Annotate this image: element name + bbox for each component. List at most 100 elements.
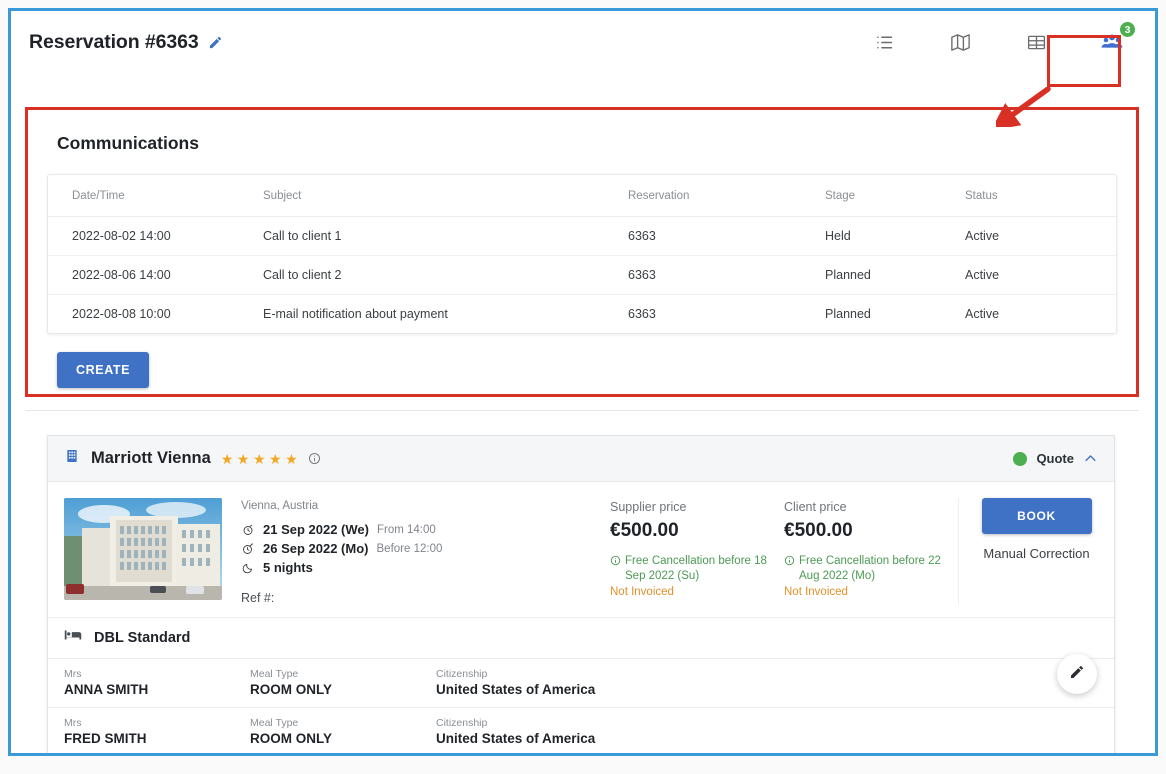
meal-type-value: ROOM ONLY <box>250 682 333 697</box>
status-dot <box>1013 451 1028 466</box>
client-price-column: Client price €500.00 Free Cancellation b… <box>784 498 958 605</box>
check-in-clock-icon <box>241 524 255 536</box>
supplier-price-label: Supplier price <box>610 500 687 514</box>
cell-stage: Planned <box>825 255 965 295</box>
communications-badge: 3 <box>1119 21 1136 38</box>
hotel-building-icon <box>64 448 80 469</box>
supplier-price-value: €500.00 <box>610 520 679 541</box>
hotel-thumbnail[interactable] <box>64 498 222 600</box>
hotel-info: Vienna, Austria 21 Sep 2022 (We) From 14… <box>222 498 610 605</box>
star-icon: ★ <box>285 450 298 467</box>
screenshot-root: Reservation #6363 3 Communications Date/… <box>0 0 1166 774</box>
cell-reservation: 6363 <box>628 307 656 321</box>
guest-title: Mrs <box>64 668 82 680</box>
guest-meal-cell: Meal Type ROOM ONLY <box>250 717 436 746</box>
client-invoice-status: Not Invoiced <box>784 586 848 599</box>
guest-name-cell: Mrs FRED SMITH <box>64 717 250 746</box>
bed-icon <box>64 628 82 647</box>
client-cancellation-text: Free Cancellation before 22 Aug 2022 (Mo… <box>799 555 941 583</box>
nights-line: 5 nights <box>241 560 610 575</box>
edit-floating-button[interactable] <box>1057 654 1097 694</box>
meal-type-label: Meal Type <box>250 717 299 729</box>
map-view-button[interactable] <box>945 27 975 57</box>
guest-row: Mrs ANNA SMITH Meal Type ROOM ONLY Citiz… <box>48 658 1114 707</box>
guest-row: Mrs FRED SMITH Meal Type ROOM ONLY Citiz… <box>48 707 1114 753</box>
hotel-card: Marriott Vienna ★ ★ ★ ★ ★ Quote Vienna, … <box>47 435 1115 753</box>
guest-citizenship-cell: Citizenship United States of America <box>436 668 1098 697</box>
table-row[interactable]: 2022-08-02 14:00 Call to client 1 6363 H… <box>48 216 1116 256</box>
book-button[interactable]: BOOK <box>981 498 1092 534</box>
app-frame: Reservation #6363 3 Communications Date/… <box>8 8 1158 756</box>
cell-subject: Call to client 2 <box>263 255 628 295</box>
header-actions: 3 <box>869 21 1137 57</box>
cell-subject: E-mail notification about payment <box>263 307 448 321</box>
nights-count: 5 nights <box>263 560 313 575</box>
meal-type-value: ROOM ONLY <box>250 731 333 746</box>
create-button[interactable]: CREATE <box>57 352 150 388</box>
communications-panel: Communications Date/Time Subject Reserva… <box>25 107 1139 399</box>
pencil-icon <box>1069 664 1085 685</box>
list-view-button[interactable] <box>869 27 899 57</box>
star-icon: ★ <box>252 450 266 467</box>
star-icon: ★ <box>220 450 234 467</box>
hotel-status-group: Quote <box>1013 451 1098 466</box>
table-view-button[interactable] <box>1021 27 1051 57</box>
cell-status: Active <box>965 255 1116 295</box>
column-header-reservation: Reservation <box>628 175 825 217</box>
hotel-actions-column: BOOK Manual Correction <box>958 498 1098 605</box>
guest-meal-cell: Meal Type ROOM ONLY <box>250 668 436 697</box>
cell-datetime: 2022-08-06 14:00 <box>48 255 263 295</box>
supplier-cancellation-note: Free Cancellation before 18 Sep 2022 (Su… <box>610 554 784 584</box>
check-out-line: 26 Sep 2022 (Mo) Before 12:00 <box>241 541 610 556</box>
moon-icon <box>241 562 255 574</box>
supplier-price-column: Supplier price €500.00 Free Cancellation… <box>610 498 784 605</box>
check-in-time: From 14:00 <box>376 523 436 536</box>
cell-stage: Held <box>825 216 965 256</box>
communications-button[interactable]: 3 <box>1097 21 1136 57</box>
page-header: Reservation #6363 3 <box>11 11 1155 73</box>
pencil-icon[interactable] <box>208 35 223 50</box>
check-out-date: 26 Sep 2022 (Mo) <box>263 541 369 556</box>
room-row: DBL Standard <box>48 617 1114 658</box>
check-out-clock-icon <box>241 542 255 555</box>
guest-citizenship-cell: Citizenship United States of America <box>436 717 1098 746</box>
citizenship-value: United States of America <box>436 731 596 746</box>
client-price-label: Client price <box>784 500 847 514</box>
hotel-name: Marriott Vienna <box>91 449 211 467</box>
cell-reservation: 6363 <box>628 216 825 256</box>
supplier-cancellation-text: Free Cancellation before 18 Sep 2022 (Su… <box>625 555 767 583</box>
guest-name: FRED SMITH <box>64 731 147 746</box>
status-badge: Quote <box>1036 451 1074 466</box>
cell-datetime: 2022-08-08 10:00 <box>72 307 171 321</box>
info-icon[interactable] <box>308 452 321 465</box>
star-icon: ★ <box>269 450 282 467</box>
cell-stage: Planned <box>825 307 871 321</box>
table-row[interactable]: 2022-08-08 10:00 E-mail notification abo… <box>48 295 1116 334</box>
reference-label: Ref #: <box>241 591 275 605</box>
citizenship-label: Citizenship <box>436 668 488 680</box>
info-icon <box>784 555 795 584</box>
info-icon <box>610 555 621 584</box>
cell-status: Active <box>965 307 1000 321</box>
guest-name-cell: Mrs ANNA SMITH <box>64 668 250 697</box>
star-icon: ★ <box>236 450 250 467</box>
column-header-status: Status <box>965 175 1116 217</box>
chevron-up-icon[interactable] <box>1083 451 1098 466</box>
column-header-subject: Subject <box>263 175 628 217</box>
communications-table: Date/Time Subject Reservation Stage Stat… <box>48 175 1116 333</box>
manual-correction-link[interactable]: Manual Correction <box>975 545 1098 563</box>
table-row[interactable]: 2022-08-06 14:00 Call to client 2 6363 P… <box>48 255 1116 295</box>
guest-name: ANNA SMITH <box>64 682 149 697</box>
client-cancellation-note: Free Cancellation before 22 Aug 2022 (Mo… <box>784 554 958 584</box>
cell-datetime: 2022-08-02 14:00 <box>48 216 263 256</box>
cell-status: Active <box>965 216 1116 256</box>
cell-subject: Call to client 1 <box>263 216 628 256</box>
guest-title: Mrs <box>64 717 82 729</box>
communications-table-card: Date/Time Subject Reservation Stage Stat… <box>47 174 1117 334</box>
hotel-card-body: Vienna, Austria 21 Sep 2022 (We) From 14… <box>48 482 1114 605</box>
check-out-time: Before 12:00 <box>376 542 443 555</box>
communications-title: Communications <box>57 133 199 153</box>
section-divider <box>25 410 1139 411</box>
citizenship-value: United States of America <box>436 682 596 697</box>
meal-type-label: Meal Type <box>250 668 299 680</box>
